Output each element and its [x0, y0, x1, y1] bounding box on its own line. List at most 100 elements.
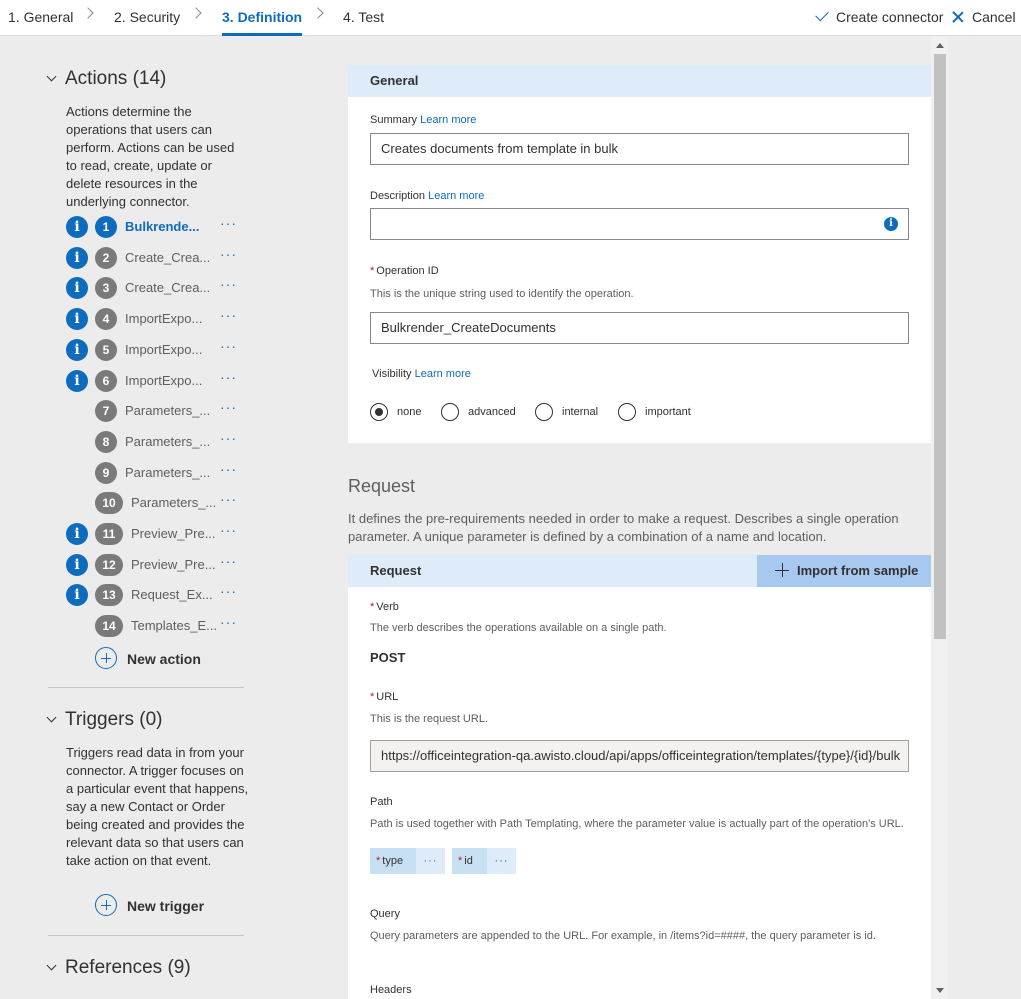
query-label: Query	[370, 908, 400, 920]
visibility-label: Visibility Learn more	[372, 368, 471, 380]
action-number-badge: 4	[95, 308, 117, 331]
action-item-6[interactable]: i 6 ImportExpo... ···	[66, 369, 246, 393]
info-icon: i	[66, 216, 88, 238]
more-options-icon[interactable]: ···	[220, 246, 237, 262]
divider	[48, 687, 244, 688]
triggers-description: Triggers read data in from your connecto…	[66, 745, 249, 868]
chevron-down-icon	[46, 71, 57, 82]
headers-label: Headers	[370, 984, 412, 996]
more-icon[interactable]: ···	[416, 848, 445, 874]
description-input[interactable]: i	[370, 208, 909, 240]
cancel-button[interactable]: Cancel	[950, 0, 1016, 36]
path-hint: Path is used together with Path Templati…	[370, 818, 904, 830]
more-options-icon[interactable]: ···	[220, 553, 237, 569]
action-item-11[interactable]: i 11 Preview_Pre... ···	[66, 522, 246, 546]
request-section-description: It defines the pre-requirements needed i…	[348, 511, 899, 544]
new-trigger-button[interactable]: New trigger	[95, 894, 235, 918]
more-options-icon[interactable]: ···	[220, 307, 237, 323]
operations-panel: Actions (14) Actions determine the opera…	[0, 37, 290, 999]
action-number-badge: 3	[95, 277, 117, 300]
more-options-icon[interactable]: ···	[220, 369, 237, 385]
more-options-icon[interactable]: ···	[220, 338, 237, 354]
info-icon: i	[66, 246, 88, 269]
scroll-down-arrow-icon[interactable]	[936, 988, 944, 993]
summary-input[interactable]: Creates documents from template in bulk	[370, 133, 909, 165]
more-options-icon[interactable]: ···	[220, 430, 237, 446]
scroll-up-arrow-icon[interactable]	[936, 43, 944, 48]
more-options-icon[interactable]: ···	[220, 461, 237, 477]
info-icon[interactable]: i	[884, 217, 898, 231]
action-item-label: ImportExpo...	[125, 341, 203, 357]
action-item-7[interactable]: 7 Parameters_... ···	[66, 399, 246, 423]
add-icon	[95, 647, 117, 669]
general-card: General Summary Learn more Creates docum…	[348, 65, 931, 443]
visibility-learn-more-link[interactable]: Learn more	[415, 368, 471, 380]
more-options-icon[interactable]: ···	[220, 491, 237, 507]
url-input[interactable]: https://officeintegration-qa.awisto.clou…	[370, 740, 909, 772]
info-icon: i	[66, 369, 88, 392]
action-item-9[interactable]: 9 Parameters_... ···	[66, 461, 246, 485]
info-icon: i	[66, 308, 88, 331]
step-general[interactable]: 1. General	[8, 0, 73, 36]
action-item-1[interactable]: i 1 Bulkrende... ···	[66, 215, 246, 239]
cancel-label: Cancel	[972, 9, 1016, 25]
action-item-14[interactable]: 14 Templates_E... ···	[66, 614, 246, 638]
action-number-badge: 11	[95, 523, 123, 545]
request-section-title: Request	[348, 476, 416, 496]
url-label: * URL	[370, 691, 399, 703]
actions-section-header[interactable]: Actions (14)	[46, 68, 166, 90]
summary-learn-more-link[interactable]: Learn more	[420, 114, 476, 126]
chevron-down-icon	[46, 960, 57, 971]
more-options-icon[interactable]: ···	[220, 614, 237, 630]
verb-value[interactable]: POST	[370, 650, 405, 665]
action-item-5[interactable]: i 5 ImportExpo... ···	[66, 338, 246, 362]
import-from-sample-button[interactable]: Import from sample	[757, 555, 931, 587]
new-action-label: New action	[127, 651, 201, 667]
more-options-icon[interactable]: ···	[220, 399, 237, 415]
plus-icon	[775, 563, 789, 577]
info-icon: i	[66, 584, 88, 607]
action-number-badge: 9	[95, 461, 117, 484]
action-item-10[interactable]: 10 Parameters_... ···	[66, 491, 246, 515]
actions-description: Actions determine the operations that us…	[66, 104, 235, 209]
description-learn-more-link[interactable]: Learn more	[428, 190, 484, 202]
description-label: Description Learn more	[370, 190, 485, 202]
info-icon: i	[66, 553, 88, 576]
scroll-thumb[interactable]	[934, 54, 946, 639]
more-options-icon[interactable]: ···	[220, 522, 237, 538]
query-hint: Query parameters are appended to the URL…	[370, 930, 876, 942]
action-item-2[interactable]: i 2 Create_Crea... ···	[66, 246, 246, 270]
scrollbar[interactable]	[931, 37, 948, 999]
more-options-icon[interactable]: ···	[220, 215, 237, 231]
general-card-header: General	[348, 65, 931, 97]
chevron-right-icon	[312, 7, 324, 19]
step-definition[interactable]: 3. Definition	[222, 0, 303, 36]
action-number-badge: 1	[95, 216, 117, 238]
more-options-icon[interactable]: ···	[220, 276, 237, 292]
chevron-right-icon	[190, 7, 202, 19]
action-item-13[interactable]: i 13 Request_Ex... ···	[66, 583, 246, 607]
new-action-button[interactable]: New action	[95, 647, 235, 671]
create-connector-button[interactable]: Create connector	[814, 0, 943, 36]
action-item-8[interactable]: 8 Parameters_... ···	[66, 430, 246, 454]
path-param-id[interactable]: * id ···	[452, 848, 516, 874]
verb-hint: The verb describes the operations availa…	[370, 622, 667, 634]
summary-label: Summary Learn more	[370, 114, 477, 126]
triggers-section-header[interactable]: Triggers (0)	[46, 709, 162, 731]
verb-label: * Verb	[370, 601, 399, 613]
operation-id-input[interactable]: Bulkrender_CreateDocuments	[370, 312, 909, 344]
step-security[interactable]: 2. Security	[114, 0, 180, 36]
step-test[interactable]: 4. Test	[343, 0, 384, 36]
action-item-4[interactable]: i 4 ImportExpo... ···	[66, 307, 246, 331]
operation-id-hint: This is the unique string used to identi…	[370, 288, 634, 300]
action-item-label: Parameters_...	[125, 403, 211, 419]
action-item-3[interactable]: i 3 Create_Crea... ···	[66, 276, 246, 300]
action-number-badge: 12	[95, 553, 123, 576]
action-item-12[interactable]: i 12 Preview_Pre... ···	[66, 553, 246, 577]
info-icon: i	[66, 523, 88, 545]
references-section-header[interactable]: References (9)	[46, 957, 191, 979]
more-options-icon[interactable]: ···	[220, 583, 237, 599]
more-icon[interactable]: ···	[487, 848, 516, 874]
path-param-type[interactable]: * type ···	[370, 848, 445, 874]
action-item-label: Preview_Pre...	[131, 526, 216, 541]
